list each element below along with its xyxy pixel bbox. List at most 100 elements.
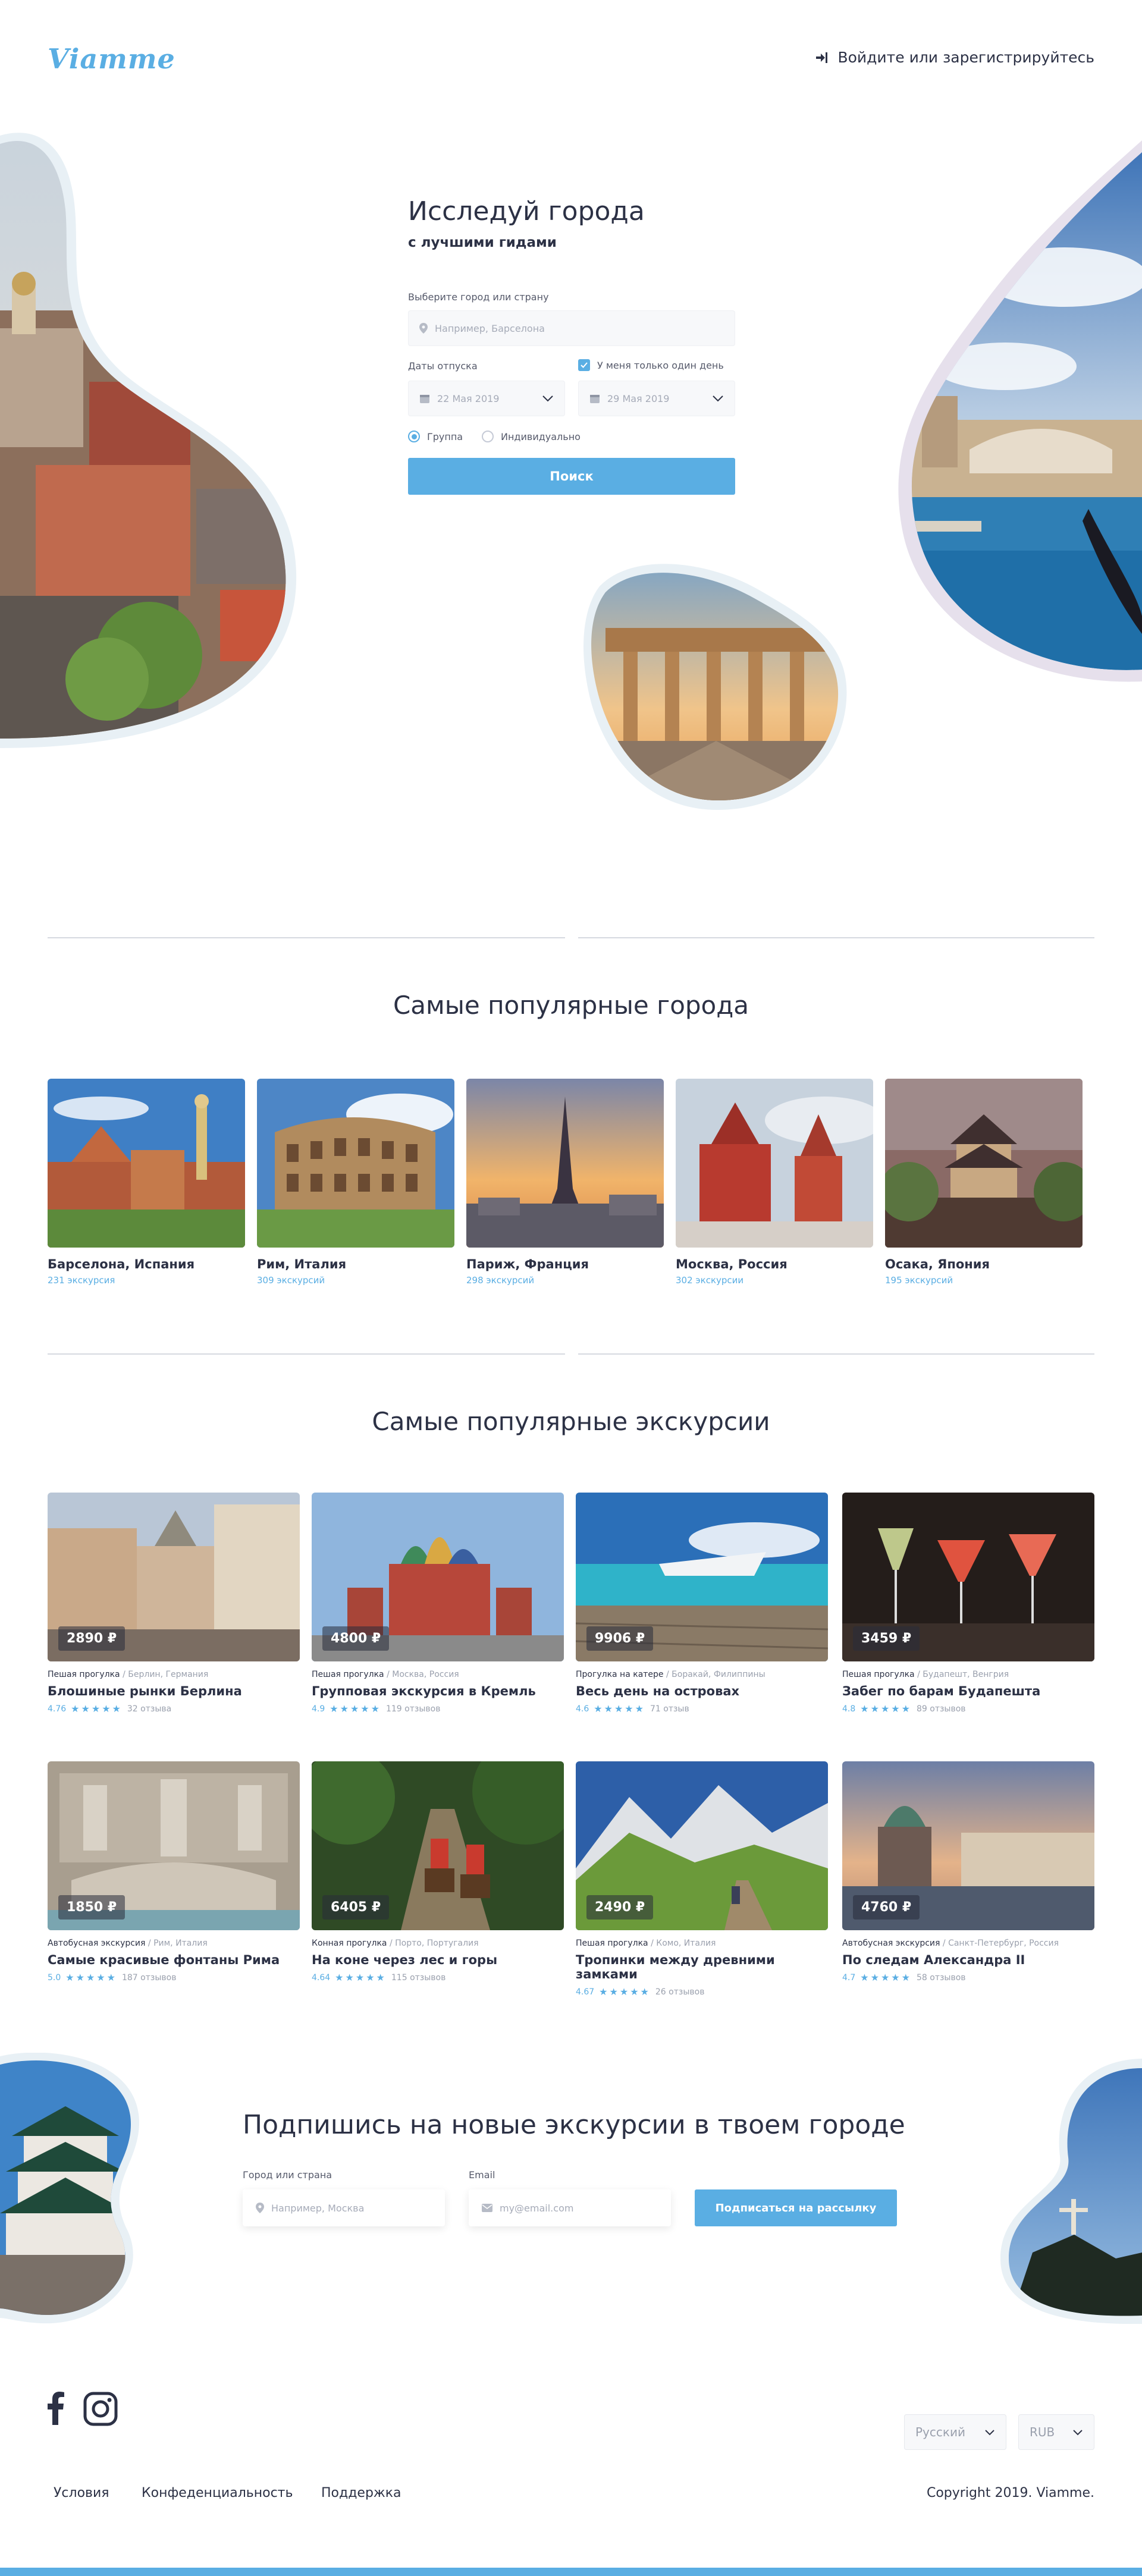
rating-score: 4.64 [312, 1972, 331, 1983]
tour-card[interactable]: 4800 ₽ Пешая прогулка / Москва, Россия Г… [312, 1493, 564, 1714]
login-label: Войдите или зарегистрируйтесь [837, 49, 1094, 66]
city-card-moscow[interactable]: Москва, Россия 302 экскурсии [676, 1079, 873, 1286]
radio-unselected-icon [482, 431, 494, 442]
hero-image-venice [886, 140, 1142, 684]
tour-location: / Рим, Италия [148, 1939, 208, 1948]
tour-type: Пешая прогулка [576, 1939, 648, 1948]
tour-image: 4760 ₽ [842, 1761, 1094, 1930]
city-card-barcelona[interactable]: Барселона, Испания 231 экскурсия [48, 1079, 245, 1286]
chevron-down-icon [1073, 2429, 1083, 2435]
tour-name[interactable]: Забег по барам Будапешта [842, 1684, 1094, 1698]
review-count: 89 отзывов [916, 1704, 966, 1714]
language-select[interactable]: Русский [904, 2414, 1006, 2450]
city-card-paris[interactable]: Париж, Франция 298 экскурсий [466, 1079, 664, 1286]
star-rating-icon: ★★★★★ [330, 1703, 381, 1714]
mail-icon [482, 2204, 492, 2212]
tour-rating: 4.7 ★★★★★ 58 отзывов [842, 1972, 1094, 1983]
city-tour-count[interactable]: 195 экскурсий [885, 1275, 1083, 1286]
city-placeholder: Например, Барселона [435, 322, 545, 334]
login-link[interactable]: Войдите или зарегистрируйтесь [815, 49, 1094, 66]
tour-location: / Берлин, Германия [123, 1670, 209, 1679]
rating-score: 4.9 [312, 1704, 325, 1714]
subscribe-city-placeholder: Например, Москва [271, 2202, 365, 2214]
tour-location: / Порто, Португалия [389, 1939, 479, 1948]
one-day-checkbox[interactable]: У меня только один день [578, 359, 724, 371]
city-card-osaka[interactable]: Осака, Япония 195 экскурсий [885, 1079, 1083, 1286]
date-to-field[interactable]: 29 Мая 2019 [578, 381, 735, 416]
chevron-down-icon [985, 2429, 994, 2435]
rating-score: 5.0 [48, 1972, 61, 1983]
city-image [676, 1079, 873, 1248]
review-count: 71 отзыв [650, 1704, 689, 1714]
tour-name[interactable]: По следам Александра II [842, 1953, 1094, 1967]
tour-meta: Конная прогулка / Порто, Португалия [312, 1939, 564, 1948]
tour-card[interactable]: 4760 ₽ Автобусная экскурсия / Санкт-Пете… [842, 1761, 1094, 1983]
divider [48, 937, 565, 938]
footer-link-privacy[interactable]: Конфеденциальность [142, 2486, 293, 2500]
tour-name[interactable]: Блошиные рынки Берлина [48, 1684, 300, 1698]
city-input[interactable]: Например, Барселона [408, 310, 735, 346]
tour-meta: Автобусная экскурсия / Рим, Италия [48, 1939, 300, 1948]
currency-select[interactable]: RUB [1018, 2414, 1094, 2450]
tour-rating: 4.9 ★★★★★ 119 отзывов [312, 1703, 564, 1714]
divider [48, 1353, 565, 1355]
city-card-rome[interactable]: Рим, Италия 309 экскурсий [257, 1079, 454, 1286]
city-tour-count[interactable]: 298 экскурсий [466, 1275, 664, 1286]
star-rating-icon: ★★★★★ [860, 1972, 912, 1983]
price-badge: 1850 ₽ [58, 1895, 126, 1920]
instagram-icon[interactable] [83, 2392, 118, 2429]
individual-label: Индивидуально [501, 431, 581, 442]
location-pin-icon [419, 323, 428, 334]
tour-name[interactable]: На коне через лес и горы [312, 1953, 564, 1967]
price-badge: 3459 ₽ [853, 1626, 920, 1651]
tour-name[interactable]: Тропинки между древними замками [576, 1953, 828, 1981]
tour-name[interactable]: Групповая экскурсия в Кремль [312, 1684, 564, 1698]
rating-score: 4.67 [576, 1987, 595, 1997]
dates-label: Даты отпуска [408, 360, 478, 372]
chevron-down-icon [713, 395, 723, 402]
review-count: 115 отзывов [391, 1972, 446, 1983]
tour-meta: Пешая прогулка / Комо, Италия [576, 1939, 828, 1948]
city-tour-count[interactable]: 302 экскурсии [676, 1275, 873, 1286]
radio-individual[interactable]: Индивидуально [482, 431, 581, 442]
tour-image: 1850 ₽ [48, 1761, 300, 1930]
city-label: Выберите город или страну [408, 291, 549, 303]
footer-link-support[interactable]: Поддержка [321, 2486, 401, 2500]
tour-card[interactable]: 9906 ₽ Прогулка на катере / Боракай, Фил… [576, 1493, 828, 1714]
footer-link-terms[interactable]: Условия [54, 2486, 109, 2500]
subscribe-city-input[interactable]: Например, Москва [243, 2189, 445, 2226]
radio-selected-icon [408, 431, 420, 442]
subscribe-button[interactable]: Подписаться на рассылку [695, 2189, 897, 2226]
tour-card[interactable]: 3459 ₽ Пешая прогулка / Будапешт, Венгри… [842, 1493, 1094, 1714]
tour-card[interactable]: 2890 ₽ Пешая прогулка / Берлин, Германия… [48, 1493, 300, 1714]
review-count: 187 отзывов [121, 1972, 177, 1983]
search-button[interactable]: Поиск [408, 458, 735, 495]
subscribe-title: Подпишись на новые экскурсии в твоем гор… [243, 2110, 905, 2140]
date-from-field[interactable]: 22 Мая 2019 [408, 381, 565, 416]
city-tour-count[interactable]: 231 экскурсия [48, 1275, 245, 1286]
review-count: 32 отзыва [127, 1704, 172, 1714]
price-badge: 6405 ₽ [322, 1895, 390, 1920]
radio-group[interactable]: Группа [408, 431, 463, 442]
tour-type: Автобусная экскурсия [842, 1939, 940, 1948]
subscribe-image-rio [997, 2056, 1142, 2324]
tour-name[interactable]: Весь день на островах [576, 1684, 828, 1698]
date-from-value: 22 Мая 2019 [437, 392, 500, 404]
email-input[interactable]: my@email.com [469, 2189, 671, 2226]
city-tour-count[interactable]: 309 экскурсий [257, 1275, 454, 1286]
tour-card[interactable]: 2490 ₽ Пешая прогулка / Комо, Италия Тро… [576, 1761, 828, 1997]
tour-name[interactable]: Самые красивые фонтаны Рима [48, 1953, 300, 1967]
review-count: 26 отзывов [655, 1987, 705, 1997]
tour-type: Автобусная экскурсия [48, 1939, 146, 1948]
tour-image: 4800 ₽ [312, 1493, 564, 1661]
star-rating-icon: ★★★★★ [599, 1986, 651, 1997]
tour-type: Пешая прогулка [48, 1670, 120, 1679]
facebook-icon[interactable] [48, 2392, 64, 2427]
tour-rating: 4.8 ★★★★★ 89 отзывов [842, 1703, 1094, 1714]
logo[interactable]: Viamme [48, 43, 175, 75]
tour-meta: Автобусная экскурсия / Санкт-Петербург, … [842, 1939, 1094, 1948]
tour-card[interactable]: 1850 ₽ Автобусная экскурсия / Рим, Итали… [48, 1761, 300, 1983]
tour-card[interactable]: 6405 ₽ Конная прогулка / Порто, Португал… [312, 1761, 564, 1983]
tour-meta: Пешая прогулка / Будапешт, Венгрия [842, 1670, 1094, 1679]
rating-score: 4.8 [842, 1704, 856, 1714]
